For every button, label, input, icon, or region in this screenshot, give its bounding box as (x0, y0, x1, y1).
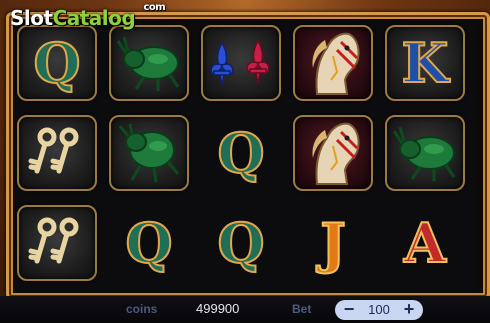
coins-label: coins (126, 302, 158, 316)
reel-cell: A (382, 202, 468, 284)
slotcatalog-logo: SlotCatalog com (10, 2, 166, 34)
logo-part-slot: Slot (10, 6, 53, 30)
bottom-bar: coins 499900 Bet − 100 + (0, 296, 490, 323)
reel-cell: Q (198, 202, 284, 284)
reel-cell: Q (106, 202, 192, 284)
reel-cell: Q (198, 112, 284, 194)
bet-increase-button[interactable]: + (399, 300, 419, 320)
reel-cell: J (290, 202, 376, 284)
reel-cell (290, 112, 376, 194)
symbol-letter-q: Q (216, 211, 265, 275)
reel-cell (198, 22, 284, 104)
fleur-de-lis-icon (210, 39, 270, 86)
symbol-letter-a: A (403, 211, 447, 275)
symbol-letter-k: K (401, 31, 450, 95)
bet-control: − 100 + (335, 300, 423, 320)
keys-icon (28, 217, 79, 264)
reel-grid: Q K Q Q Q J A (14, 22, 476, 292)
symbol-letter-q: Q (32, 31, 81, 95)
symbol-letter-q: Q (124, 211, 173, 275)
reel-cell (14, 202, 100, 284)
keys-icon (28, 127, 79, 174)
symbol-letter-q: Q (216, 121, 265, 185)
game-frame: Q K Q Q Q J A (0, 0, 490, 300)
bet-decrease-button[interactable]: − (339, 300, 359, 320)
reel-cell: Q (14, 22, 100, 104)
scarab-icon (118, 123, 180, 183)
logo-suffix: com (143, 2, 166, 13)
scarab-icon (116, 36, 180, 91)
bet-label: Bet (292, 302, 312, 316)
reel-cell (382, 112, 468, 194)
reel-cell: K (382, 22, 468, 104)
reel-cell (14, 112, 100, 194)
horse-icon (312, 32, 360, 95)
reel-cell (106, 112, 192, 194)
coins-value: 499900 (196, 301, 240, 316)
logo-part-catalog: Catalog (52, 6, 136, 30)
bet-value: 100 (368, 302, 390, 317)
scarab-icon (392, 126, 456, 181)
horse-icon (312, 122, 360, 185)
symbol-letter-j: J (319, 211, 347, 275)
reel-cell (106, 22, 192, 104)
reel-cell (290, 22, 376, 104)
